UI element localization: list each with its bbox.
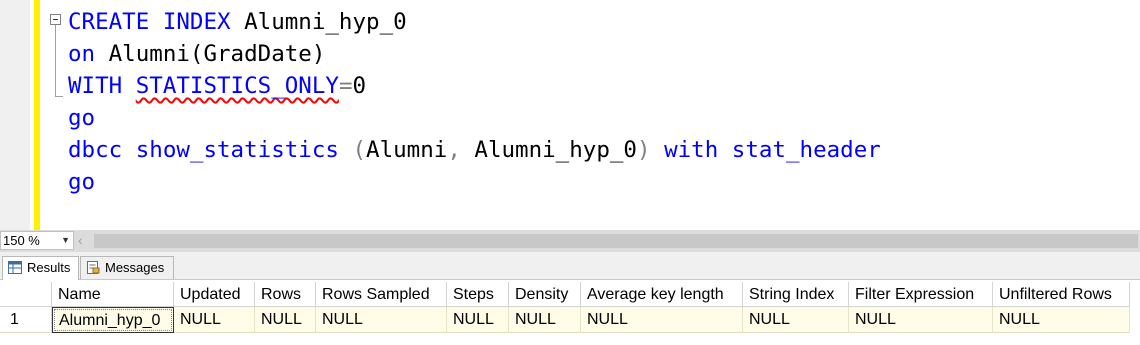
chevron-down-icon: ▼ bbox=[61, 235, 70, 245]
column-header[interactable]: Updated bbox=[174, 282, 255, 307]
code-token: ) bbox=[636, 137, 651, 163]
code-token: with bbox=[664, 137, 719, 163]
column-header[interactable]: Unfiltered Rows bbox=[993, 282, 1130, 307]
results-grid: Name Updated Rows Rows Sampled Steps Den… bbox=[0, 280, 1140, 345]
table-cell-name[interactable]: Alumni_hyp_0 bbox=[52, 307, 174, 333]
tab-messages-label: Messages bbox=[105, 260, 165, 275]
results-tabbar: Results Messages bbox=[0, 252, 1140, 280]
tab-results-label: Results bbox=[27, 260, 71, 275]
code-token: stat_header bbox=[731, 137, 881, 163]
code-token: Alumni_hyp_0 bbox=[230, 9, 407, 35]
table-cell[interactable]: NULL bbox=[849, 307, 993, 333]
column-header[interactable]: Average key length bbox=[581, 282, 743, 307]
code-token: ( bbox=[352, 137, 367, 163]
column-header[interactable]: String Index bbox=[743, 282, 849, 307]
code-token: go bbox=[68, 105, 96, 131]
grid-icon bbox=[8, 261, 22, 274]
code-token: go bbox=[68, 169, 96, 195]
code-token: WITH bbox=[68, 73, 123, 99]
collapse-icon[interactable] bbox=[50, 14, 61, 25]
code-token: STATISTICS_ONLY bbox=[135, 73, 339, 99]
code-token: 0 bbox=[352, 73, 367, 99]
column-header[interactable]: Rows bbox=[255, 282, 316, 307]
code-token: = bbox=[338, 73, 353, 99]
row-number[interactable]: 1 bbox=[0, 307, 52, 333]
table-cell[interactable]: NULL bbox=[255, 307, 316, 333]
column-header[interactable]: Name bbox=[52, 282, 174, 307]
code-line[interactable]: go bbox=[68, 166, 95, 198]
code-line[interactable]: go bbox=[68, 102, 95, 134]
table-cell[interactable]: NULL bbox=[316, 307, 447, 333]
zoom-value: 150 % bbox=[3, 233, 40, 248]
table-cell[interactable]: NULL bbox=[743, 307, 849, 333]
column-header[interactable]: Rows Sampled bbox=[316, 282, 447, 307]
scroll-left-icon[interactable]: ‹ bbox=[78, 232, 83, 248]
code-token: INDEX bbox=[162, 9, 231, 35]
column-header[interactable]: Steps bbox=[447, 282, 509, 307]
code-token: on bbox=[68, 41, 96, 67]
tab-messages[interactable]: Messages bbox=[80, 256, 174, 279]
editor-gutter bbox=[0, 0, 30, 230]
query-editor[interactable]: CREATE INDEX Alumni_hyp_0 on Alumni(Grad… bbox=[0, 0, 1140, 230]
code-line[interactable]: on Alumni(GradDate) bbox=[68, 38, 325, 70]
code-line[interactable]: WITH STATISTICS_ONLY=0 bbox=[68, 70, 366, 102]
code-line[interactable]: dbcc show_statistics (Alumni, Alumni_hyp… bbox=[68, 134, 881, 166]
code-line[interactable]: CREATE INDEX Alumni_hyp_0 bbox=[68, 6, 407, 38]
table-cell[interactable]: NULL bbox=[174, 307, 255, 333]
table-cell[interactable]: NULL bbox=[581, 307, 743, 333]
table-cell[interactable]: NULL bbox=[509, 307, 581, 333]
code-token: dbcc bbox=[68, 137, 123, 163]
code-token: show_statistics bbox=[135, 137, 339, 163]
table-cell[interactable]: NULL bbox=[993, 307, 1130, 333]
code-token: Alumni_hyp_0 bbox=[460, 137, 637, 163]
fold-guide-end bbox=[55, 96, 63, 97]
document-icon bbox=[87, 261, 100, 274]
row-header-corner[interactable] bbox=[0, 282, 52, 307]
code-token: CREATE bbox=[68, 9, 150, 35]
change-marker bbox=[34, 0, 40, 230]
tab-results[interactable]: Results bbox=[2, 256, 79, 280]
zoom-select[interactable]: 150 % ▼ bbox=[0, 231, 74, 250]
column-header[interactable]: Filter Expression bbox=[849, 282, 993, 307]
column-header[interactable]: Density bbox=[509, 282, 581, 307]
horizontal-scrollbar[interactable] bbox=[94, 234, 1138, 248]
code-token: Alumni bbox=[366, 137, 448, 163]
fold-guide bbox=[55, 25, 56, 96]
table-cell[interactable]: NULL bbox=[447, 307, 509, 333]
editor-status-strip: 150 % ▼ ‹ bbox=[0, 230, 1140, 252]
code-token: , bbox=[447, 137, 461, 163]
code-token: Alumni(GradDate) bbox=[95, 41, 326, 67]
